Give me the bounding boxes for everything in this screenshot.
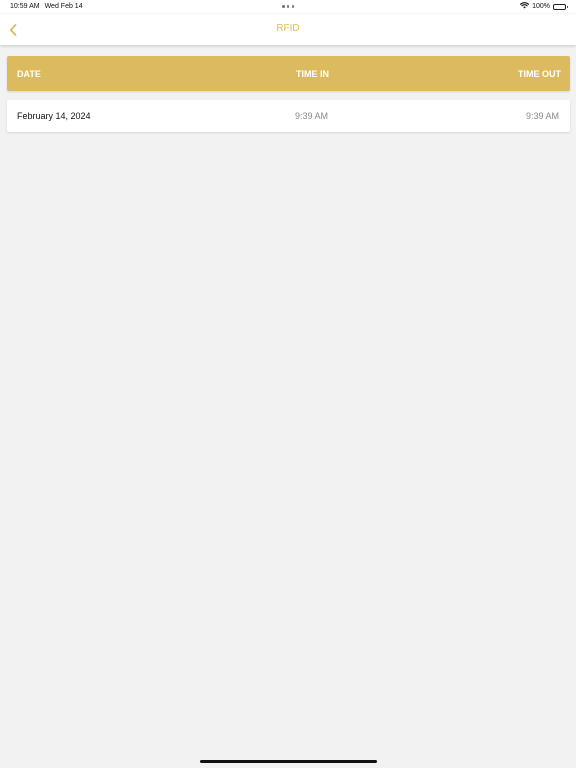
battery-percent: 100% — [532, 3, 550, 10]
battery-icon — [553, 3, 568, 10]
column-header-date: DATE — [17, 69, 41, 79]
navigation-bar: RFID — [0, 14, 576, 45]
column-header-time-out: TIME OUT — [518, 69, 561, 79]
status-time: 10:59 AM — [10, 3, 40, 10]
status-time-date: 10:59 AM Wed Feb 14 — [10, 3, 83, 10]
status-indicators: 100% — [520, 2, 568, 11]
page-title: RFID — [276, 23, 300, 34]
rfid-screen: 10:59 AM Wed Feb 14 100% RFID DATE TIME … — [0, 0, 576, 768]
home-indicator[interactable] — [200, 760, 377, 763]
row-date: February 14, 2024 — [17, 111, 91, 121]
status-bar: 10:59 AM Wed Feb 14 100% — [0, 0, 576, 14]
row-time-out: 9:39 AM — [525, 111, 559, 121]
table-header: DATE TIME IN TIME OUT — [7, 56, 570, 91]
row-time-in: 9:39 AM — [295, 111, 329, 121]
table-row[interactable]: February 14, 2024 9:39 AM 9:39 AM — [7, 100, 570, 132]
wifi-icon — [520, 2, 530, 11]
status-date: Wed Feb 14 — [44, 3, 83, 10]
multitasking-dots-icon[interactable] — [282, 5, 294, 8]
column-header-time-in: TIME IN — [296, 69, 329, 79]
